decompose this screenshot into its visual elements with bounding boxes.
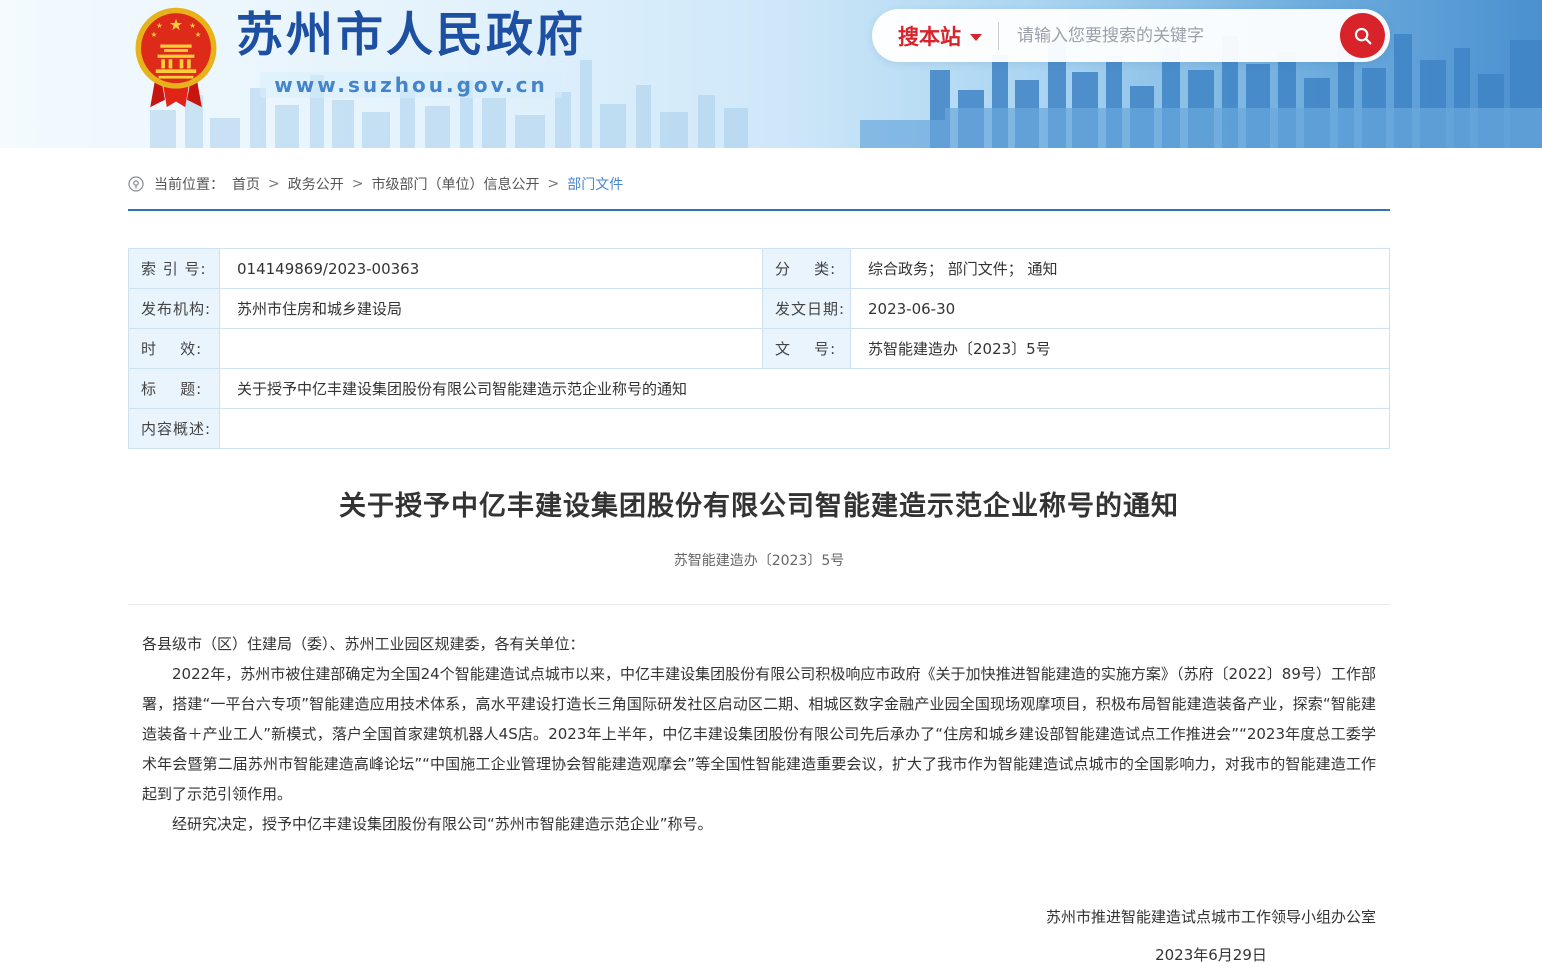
breadcrumb-home[interactable]: 首页 xyxy=(232,174,260,194)
document-meta-table: 索 引 号: 014149869/2023-00363 分 类: 综合政务； 部… xyxy=(128,248,1390,449)
breadcrumb-label: 当前位置： xyxy=(154,174,224,194)
breadcrumb-dept-disclosure[interactable]: 市级部门（单位）信息公开 xyxy=(371,174,539,194)
body-divider xyxy=(128,604,1390,605)
doc-footer: 苏州市推进智能建造试点城市工作领导小组办公室 2023年6月29日 xyxy=(1046,905,1376,967)
site-header: ★ ★ ★ ★ ★ 苏州市人民政府 www.suzhou.gov.cn 搜本站 xyxy=(0,0,1542,148)
site-url: www.suzhou.gov.cn xyxy=(260,72,562,98)
table-row: 内容概述: xyxy=(129,409,1390,449)
breadcrumb-dept-documents[interactable]: 部门文件 xyxy=(567,174,623,194)
doc-body: 各县级市（区）住建局（委）、苏州工业园区规建委，各有关单位： 2022年，苏州市… xyxy=(128,629,1390,839)
table-row: 发布机构: 苏州市住房和城乡建设局 发文日期: 2023-06-30 xyxy=(129,289,1390,329)
breadcrumb-divider xyxy=(128,209,1390,211)
meta-validity-label: 时 效: xyxy=(129,329,220,369)
search-icon xyxy=(1352,25,1374,47)
meta-validity-value xyxy=(220,329,763,369)
national-emblem-icon: ★ ★ ★ ★ ★ xyxy=(130,4,222,120)
table-row: 标 题: 关于授予中亿丰建设集团股份有限公司智能建造示范企业称号的通知 xyxy=(129,369,1390,409)
breadcrumb-separator: > xyxy=(268,176,280,192)
meta-category-label: 分 类: xyxy=(763,249,851,289)
meta-agency-label: 发布机构: xyxy=(129,289,220,329)
doc-paragraph: 经研究决定，授予中亿丰建设集团股份有限公司“苏州市智能建造示范企业”称号。 xyxy=(142,809,1376,839)
search-input[interactable] xyxy=(1015,25,1340,47)
meta-index-label: 索 引 号: xyxy=(129,249,220,289)
meta-date-label: 发文日期: xyxy=(763,289,851,329)
meta-title-label: 标 题: xyxy=(129,369,220,409)
meta-date-value: 2023-06-30 xyxy=(851,289,1390,329)
breadcrumb: 当前位置： 首页 > 政务公开 > 市级部门（单位）信息公开 > 部门文件 xyxy=(128,174,1390,194)
meta-category-value: 综合政务； 部门文件； 通知 xyxy=(851,249,1390,289)
svg-text:★: ★ xyxy=(169,15,183,34)
search-scope-label: 搜本站 xyxy=(898,21,961,51)
doc-paragraph: 2022年，苏州市被住建部确定为全国24个智能建造试点城市以来，中亿丰建设集团股… xyxy=(142,659,1376,809)
search-bar: 搜本站 xyxy=(872,9,1390,62)
search-button[interactable] xyxy=(1340,13,1385,58)
meta-docnum-value: 苏智能建造办〔2023〕5号 xyxy=(851,329,1390,369)
meta-agency-value: 苏州市住房和城乡建设局 xyxy=(220,289,763,329)
svg-text:★: ★ xyxy=(156,21,163,30)
svg-text:★: ★ xyxy=(195,30,202,39)
page-title: 关于授予中亿丰建设集团股份有限公司智能建造示范企业称号的通知 xyxy=(128,484,1390,523)
table-row: 索 引 号: 014149869/2023-00363 分 类: 综合政务； 部… xyxy=(129,249,1390,289)
doc-date: 2023年6月29日 xyxy=(1046,943,1376,967)
site-logo[interactable]: ★ ★ ★ ★ ★ 苏州市人民政府 www.suzhou.gov.cn xyxy=(130,4,586,120)
site-title: 苏州市人民政府 xyxy=(236,6,586,66)
chevron-down-icon xyxy=(970,34,982,41)
meta-summary-label: 内容概述: xyxy=(129,409,220,449)
breadcrumb-separator: > xyxy=(547,176,559,192)
meta-index-value: 014149869/2023-00363 xyxy=(220,249,763,289)
doc-salutation: 各县级市（区）住建局（委）、苏州工业园区规建委，各有关单位： xyxy=(142,629,1376,659)
breadcrumb-gov-info[interactable]: 政务公开 xyxy=(288,174,344,194)
svg-text:★: ★ xyxy=(189,21,196,30)
search-scope-dropdown[interactable]: 搜本站 xyxy=(898,21,982,51)
doc-signature: 苏州市推进智能建造试点城市工作领导小组办公室 xyxy=(1046,905,1376,929)
location-icon xyxy=(128,176,144,192)
doc-number: 苏智能建造办〔2023〕5号 xyxy=(128,550,1390,570)
breadcrumb-separator: > xyxy=(352,176,364,192)
meta-docnum-label: 文 号: xyxy=(763,329,851,369)
meta-title-value: 关于授予中亿丰建设集团股份有限公司智能建造示范企业称号的通知 xyxy=(220,369,1390,409)
meta-summary-value xyxy=(220,409,1390,449)
svg-text:★: ★ xyxy=(151,30,158,39)
main-content: 当前位置： 首页 > 政务公开 > 市级部门（单位）信息公开 > 部门文件 索 … xyxy=(128,174,1390,967)
search-divider xyxy=(998,22,999,50)
table-row: 时 效: 文 号: 苏智能建造办〔2023〕5号 xyxy=(129,329,1390,369)
